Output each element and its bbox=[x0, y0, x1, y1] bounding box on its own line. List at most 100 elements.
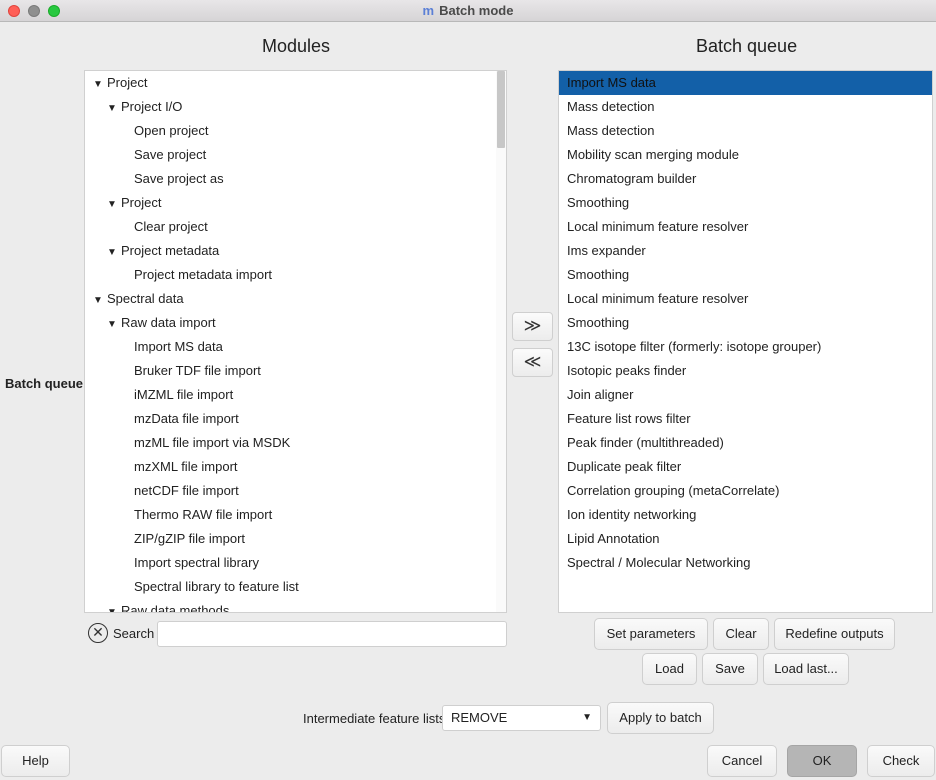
tree-leaf-item[interactable]: mzData file import bbox=[134, 407, 239, 431]
batch-queue-title: Batch queue bbox=[696, 36, 798, 56]
queue-item[interactable]: 13C isotope filter (formerly: isotope gr… bbox=[559, 335, 932, 359]
queue-item[interactable]: Chromatogram builder bbox=[559, 167, 932, 191]
tree-group-item[interactable]: ▼ Raw data import bbox=[107, 311, 216, 335]
tree-leaf-item[interactable]: Open project bbox=[134, 119, 208, 143]
clear-search-icon[interactable]: ✕ bbox=[88, 623, 108, 643]
expand-arrow-icon[interactable]: ▼ bbox=[107, 313, 121, 337]
remove-from-queue-button[interactable]: ≪ bbox=[512, 348, 553, 377]
tree-item-label: mzXML file import bbox=[134, 459, 238, 474]
tree-group-item[interactable]: ▼ Spectral data bbox=[93, 287, 184, 311]
queue-item[interactable]: Feature list rows filter bbox=[559, 407, 932, 431]
tree-item-label: Save project bbox=[134, 147, 207, 162]
tree-group-item[interactable]: ▼ Raw data methods bbox=[107, 599, 230, 613]
save-batch-button[interactable]: Save bbox=[702, 653, 758, 685]
queue-item[interactable]: Peak finder (multithreaded) bbox=[559, 431, 932, 455]
tree-item-label: Save project as bbox=[134, 171, 224, 186]
queue-item[interactable]: Mobility scan merging module bbox=[559, 143, 932, 167]
queue-item[interactable]: Ion identity networking bbox=[559, 503, 932, 527]
tree-group-item[interactable]: ▼ Project metadata bbox=[107, 239, 219, 263]
intermediate-feature-lists-select[interactable]: REMOVE ▼ bbox=[442, 705, 601, 731]
tree-leaf-item[interactable]: Bruker TDF file import bbox=[134, 359, 261, 383]
tree-group-item[interactable]: ▼ Project bbox=[107, 191, 161, 215]
load-last-button[interactable]: Load last... bbox=[763, 653, 849, 685]
apply-to-batch-button[interactable]: Apply to batch bbox=[607, 702, 714, 734]
modules-scroll-thumb[interactable] bbox=[497, 71, 505, 148]
help-button[interactable]: Help bbox=[1, 745, 70, 777]
queue-item[interactable]: Lipid Annotation bbox=[559, 527, 932, 551]
batch-queue-side-label: Batch queue bbox=[5, 376, 84, 391]
tree-item-label: mzML file import via MSDK bbox=[134, 435, 291, 450]
redefine-outputs-button[interactable]: Redefine outputs bbox=[774, 618, 895, 650]
queue-item[interactable]: Smoothing bbox=[559, 191, 932, 215]
check-button[interactable]: Check bbox=[867, 745, 935, 777]
load-batch-button[interactable]: Load bbox=[642, 653, 697, 685]
queue-item[interactable]: Isotopic peaks finder bbox=[559, 359, 932, 383]
queue-item[interactable]: Smoothing bbox=[559, 311, 932, 335]
tree-item-label: Clear project bbox=[134, 219, 208, 234]
queue-item[interactable]: Mass detection bbox=[559, 95, 932, 119]
tree-item-label: Project bbox=[107, 75, 148, 90]
tree-item-label: Import spectral library bbox=[134, 555, 259, 570]
expand-arrow-icon[interactable]: ▼ bbox=[93, 289, 107, 313]
tree-leaf-item[interactable]: ZIP/gZIP file import bbox=[134, 527, 245, 551]
add-to-queue-button[interactable]: ≫ bbox=[512, 312, 553, 341]
clear-queue-button[interactable]: Clear bbox=[713, 618, 769, 650]
tree-item-label: Thermo RAW file import bbox=[134, 507, 273, 522]
expand-arrow-icon[interactable]: ▼ bbox=[107, 193, 121, 217]
expand-arrow-icon[interactable]: ▼ bbox=[107, 241, 121, 265]
modules-tree[interactable]: ▼ Raw data methods Spectral library to fea… bbox=[84, 70, 507, 613]
tree-item-label: Project I/O bbox=[121, 99, 183, 114]
tree-item-label: iMZML file import bbox=[134, 387, 234, 402]
tree-item-label: netCDF file import bbox=[134, 483, 239, 498]
queue-item[interactable]: Smoothing bbox=[559, 263, 932, 287]
search-label: Search bbox=[113, 626, 155, 641]
search-input[interactable] bbox=[157, 621, 507, 647]
cancel-button[interactable]: Cancel bbox=[707, 745, 777, 777]
queue-item[interactable]: Spectral / Molecular Networking bbox=[559, 551, 932, 575]
expand-arrow-icon[interactable]: ▼ bbox=[107, 601, 121, 612]
set-parameters-button[interactable]: Set parameters bbox=[594, 618, 708, 650]
queue-item[interactable]: Mass detection bbox=[559, 119, 932, 143]
tree-leaf-item[interactable]: mzML file import via MSDK bbox=[134, 431, 290, 455]
tree-item-label: ZIP/gZIP file import bbox=[134, 531, 246, 546]
tree-item-label: Project metadata import bbox=[134, 267, 273, 282]
queue-item[interactable]: Local minimum feature resolver bbox=[559, 215, 932, 239]
queue-item[interactable]: Duplicate peak filter bbox=[559, 455, 932, 479]
tree-item-label: Raw data methods bbox=[121, 603, 230, 613]
queue-item[interactable]: Join aligner bbox=[559, 383, 932, 407]
expand-arrow-icon[interactable]: ▼ bbox=[93, 73, 107, 97]
tree-item-label: Project bbox=[121, 195, 162, 210]
tree-leaf-item[interactable]: Thermo RAW file import bbox=[134, 503, 272, 527]
intermediate-select-value: REMOVE bbox=[451, 710, 508, 725]
tree-item-label: Spectral data bbox=[107, 291, 184, 306]
modules-scrollbar[interactable] bbox=[496, 71, 506, 612]
tree-leaf-item[interactable]: Spectral library to feature list bbox=[134, 575, 299, 599]
window-title-text: Batch mode bbox=[439, 3, 514, 18]
queue-item[interactable]: Local minimum feature resolver bbox=[559, 287, 932, 311]
tree-group-item[interactable]: ▼ Project bbox=[93, 71, 147, 95]
queue-item[interactable]: Ims expander bbox=[559, 239, 932, 263]
tree-leaf-item[interactable]: iMZML file import bbox=[134, 383, 233, 407]
title-bar: m Batch mode bbox=[0, 0, 936, 22]
expand-arrow-icon[interactable]: ▼ bbox=[107, 97, 121, 121]
tree-item-label: Project metadata bbox=[121, 243, 220, 258]
batch-queue-list[interactable]: Import MS data Mass detection Mass detecti… bbox=[558, 70, 933, 613]
tree-leaf-item[interactable]: Import MS data bbox=[134, 335, 223, 359]
tree-item-label: Open project bbox=[134, 123, 209, 138]
tree-leaf-item[interactable]: Save project as bbox=[134, 167, 224, 191]
queue-item[interactable]: Import MS data bbox=[559, 71, 932, 95]
tree-item-label: Raw data import bbox=[121, 315, 216, 330]
queue-item[interactable]: Correlation grouping (metaCorrelate) bbox=[559, 479, 932, 503]
tree-leaf-item[interactable]: Import spectral library bbox=[134, 551, 259, 575]
tree-leaf-item[interactable]: mzXML file import bbox=[134, 455, 238, 479]
intermediate-feature-lists-label: Intermediate feature lists bbox=[303, 711, 446, 726]
tree-item-label: mzData file import bbox=[134, 411, 239, 426]
tree-item-label: Spectral library to feature list bbox=[134, 579, 299, 594]
ok-button[interactable]: OK bbox=[787, 745, 857, 777]
window-title: m Batch mode bbox=[0, 3, 936, 18]
tree-group-item[interactable]: ▼ Project I/O bbox=[107, 95, 182, 119]
tree-leaf-item[interactable]: Clear project bbox=[134, 215, 208, 239]
tree-leaf-item[interactable]: netCDF file import bbox=[134, 479, 239, 503]
tree-leaf-item[interactable]: Project metadata import bbox=[134, 263, 272, 287]
tree-leaf-item[interactable]: Save project bbox=[134, 143, 206, 167]
